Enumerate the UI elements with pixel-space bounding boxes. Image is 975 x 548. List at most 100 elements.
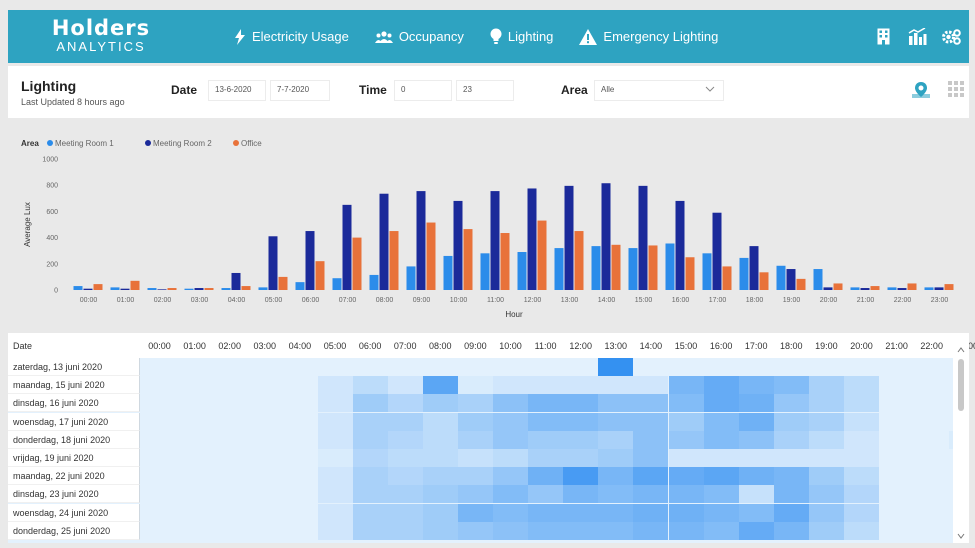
heatmap-cell[interactable] (142, 430, 177, 449)
date-to-input[interactable]: 7-7-2020 (270, 80, 330, 101)
heatmap-cell[interactable] (352, 430, 388, 449)
heatmap-cell[interactable] (563, 358, 599, 376)
heatmap-cell[interactable] (352, 412, 388, 431)
heatmap-cell[interactable] (142, 485, 177, 504)
heatmap-cell[interactable] (914, 467, 950, 486)
heatmap-cell[interactable] (212, 394, 248, 413)
heatmap-cell[interactable] (212, 467, 248, 486)
heatmap-cell[interactable] (879, 394, 915, 413)
heatmap-cell[interactable] (773, 485, 809, 504)
heatmap-cell[interactable] (738, 358, 774, 376)
hour-column-header[interactable]: 18:00 (774, 341, 809, 351)
heatmap-cell[interactable] (598, 412, 634, 431)
heatmap-cell[interactable] (317, 467, 353, 486)
heatmap-cell[interactable] (844, 394, 879, 413)
heatmap-cell[interactable] (844, 449, 879, 467)
heatmap-cell[interactable] (808, 449, 844, 467)
heatmap-cell[interactable] (668, 521, 704, 540)
heatmap-cell[interactable] (633, 485, 669, 504)
heatmap-cell[interactable] (282, 467, 318, 486)
heatmap-cell[interactable] (247, 521, 283, 540)
heatmap-cell[interactable] (563, 412, 599, 431)
heatmap-cell[interactable] (738, 449, 774, 467)
heatmap-cell[interactable] (598, 358, 634, 376)
heatmap-cell[interactable] (844, 503, 879, 522)
heatmap-cell[interactable] (247, 467, 283, 486)
table-row[interactable]: maandag, 15 juni 2020 (8, 376, 953, 395)
heatmap-cell[interactable] (247, 358, 283, 376)
nav-electricity-usage[interactable]: Electricity Usage (234, 28, 349, 45)
settings-gears-icon[interactable] (941, 27, 961, 47)
time-from-input[interactable]: 0 (394, 80, 452, 101)
heatmap-cell[interactable] (563, 485, 599, 504)
hour-column-header[interactable]: 14:00 (633, 341, 668, 351)
heatmap-cell[interactable] (317, 503, 353, 522)
heatmap-cell[interactable] (773, 376, 809, 395)
heatmap-cell[interactable] (282, 358, 318, 376)
heatmap-cell[interactable] (142, 412, 177, 431)
heatmap-cell[interactable] (212, 449, 248, 467)
table-row[interactable]: maandag, 22 juni 2020 (8, 467, 953, 486)
heatmap-cell[interactable] (457, 521, 493, 540)
heatmap-cell[interactable] (387, 430, 423, 449)
heatmap-cell[interactable] (282, 430, 318, 449)
heatmap-cell[interactable] (914, 412, 950, 431)
heatmap-cell[interactable] (177, 467, 213, 486)
heatmap-cell[interactable] (879, 449, 915, 467)
heatmap-cell[interactable] (598, 467, 634, 486)
heatmap-cell[interactable] (457, 412, 493, 431)
heatmap-cell[interactable] (212, 358, 248, 376)
area-select[interactable]: Alle (594, 80, 724, 101)
heatmap-cell[interactable] (142, 503, 177, 522)
heatmap-cell[interactable] (142, 467, 177, 486)
heatmap-cell[interactable] (352, 394, 388, 413)
heatmap-cell[interactable] (387, 358, 423, 376)
heatmap-cell[interactable] (317, 521, 353, 540)
scroll-down-icon[interactable] (957, 525, 965, 539)
nav-occupancy[interactable]: Occupancy (374, 29, 464, 44)
heatmap-cell[interactable] (142, 394, 177, 413)
heatmap-cell[interactable] (177, 358, 213, 376)
heatmap-cell[interactable] (142, 449, 177, 467)
scrollbar-thumb[interactable] (958, 359, 964, 411)
heatmap-cell[interactable] (493, 485, 528, 504)
table-row[interactable]: woensdag, 17 juni 2020 (8, 412, 953, 431)
heatmap-cell[interactable] (738, 503, 774, 522)
heatmap-cell[interactable] (387, 449, 423, 467)
heatmap-cell[interactable] (247, 430, 283, 449)
heatmap-cell[interactable] (493, 467, 528, 486)
nav-emergency-lighting[interactable]: Emergency Lighting (579, 28, 718, 45)
heatmap-cell[interactable] (563, 376, 599, 395)
heatmap-cell[interactable] (212, 485, 248, 504)
heatmap-cell[interactable] (738, 467, 774, 486)
heatmap-cell[interactable] (808, 485, 844, 504)
heatmap-cell[interactable] (317, 485, 353, 504)
heatmap-cell[interactable] (387, 485, 423, 504)
heatmap-cell[interactable] (598, 485, 634, 504)
heatmap-cell[interactable] (808, 376, 844, 395)
heatmap-cell[interactable] (914, 485, 950, 504)
scroll-up-icon[interactable] (957, 339, 965, 353)
hour-column-header[interactable]: 12:00 (563, 341, 598, 351)
heatmap-cell[interactable] (422, 521, 458, 540)
heatmap-cell[interactable] (668, 467, 704, 486)
heatmap-cell[interactable] (317, 376, 353, 395)
heatmap-cell[interactable] (457, 503, 493, 522)
heatmap-cell[interactable] (879, 430, 915, 449)
heatmap-cell[interactable] (247, 394, 283, 413)
heatmap-cell[interactable] (773, 412, 809, 431)
heatmap-cell[interactable] (422, 430, 458, 449)
heatmap-cell[interactable] (703, 503, 739, 522)
heatmap-cell[interactable] (598, 394, 634, 413)
heatmap-cell[interactable] (808, 521, 844, 540)
heatmap-cell[interactable] (633, 376, 669, 395)
heatmap-cell[interactable] (457, 449, 493, 467)
heatmap-cell[interactable] (212, 430, 248, 449)
heatmap-cell[interactable] (352, 358, 388, 376)
heatmap-cell[interactable] (738, 376, 774, 395)
heatmap-cell[interactable] (773, 449, 809, 467)
heatmap-cell[interactable] (703, 449, 739, 467)
heatmap-cell[interactable] (879, 358, 915, 376)
heatmap-cell[interactable] (247, 449, 283, 467)
hour-column-header[interactable]: 06:00 (353, 341, 388, 351)
